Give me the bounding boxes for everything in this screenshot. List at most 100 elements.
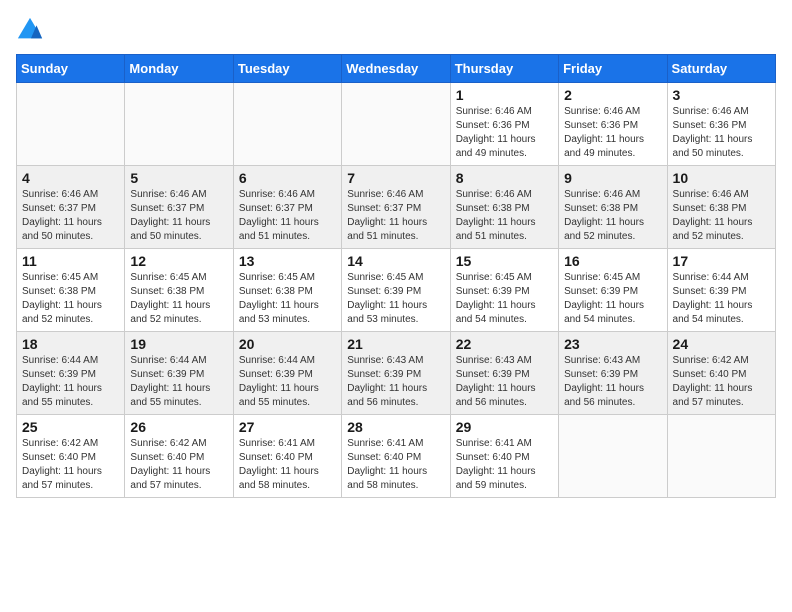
logo-icon [16, 16, 44, 44]
day-info: Sunrise: 6:46 AM Sunset: 6:36 PM Dayligh… [456, 105, 553, 161]
day-info: Sunrise: 6:42 AM Sunset: 6:40 PM Dayligh… [130, 437, 227, 493]
day-number: 9 [564, 170, 661, 186]
day-info: Sunrise: 6:45 AM Sunset: 6:39 PM Dayligh… [564, 271, 661, 327]
day-number: 16 [564, 253, 661, 269]
calendar-cell: 2 Sunrise: 6:46 AM Sunset: 6:36 PM Daylig… [559, 83, 667, 166]
calendar-cell [125, 83, 233, 166]
day-info: Sunrise: 6:45 AM Sunset: 6:39 PM Dayligh… [347, 271, 444, 327]
calendar-cell: 8 Sunrise: 6:46 AM Sunset: 6:38 PM Daylig… [450, 166, 558, 249]
weekday-header-sunday: Sunday [17, 55, 125, 83]
calendar-cell: 16 Sunrise: 6:45 AM Sunset: 6:39 PM Dayli… [559, 249, 667, 332]
weekday-header-saturday: Saturday [667, 55, 775, 83]
day-number: 14 [347, 253, 444, 269]
calendar-cell: 11Sunrise: 6:45 AM Sunset: 6:38 PM Dayli… [17, 249, 125, 332]
calendar-cell: 21 Sunrise: 6:43 AM Sunset: 6:39 PM Dayli… [342, 332, 450, 415]
calendar-table: SundayMondayTuesdayWednesdayThursdayFrid… [16, 54, 776, 498]
weekday-header-row: SundayMondayTuesdayWednesdayThursdayFrid… [17, 55, 776, 83]
calendar-cell: 1Sunrise: 6:46 AM Sunset: 6:36 PM Daylig… [450, 83, 558, 166]
day-info: Sunrise: 6:46 AM Sunset: 6:38 PM Dayligh… [456, 188, 553, 244]
day-info: Sunrise: 6:43 AM Sunset: 6:39 PM Dayligh… [564, 354, 661, 410]
day-number: 12 [130, 253, 227, 269]
day-info: Sunrise: 6:46 AM Sunset: 6:37 PM Dayligh… [347, 188, 444, 244]
day-info: Sunrise: 6:43 AM Sunset: 6:39 PM Dayligh… [456, 354, 553, 410]
day-number: 27 [239, 419, 336, 435]
calendar-cell [17, 83, 125, 166]
day-info: Sunrise: 6:42 AM Sunset: 6:40 PM Dayligh… [22, 437, 119, 493]
calendar-cell: 13 Sunrise: 6:45 AM Sunset: 6:38 PM Dayli… [233, 249, 341, 332]
day-info: Sunrise: 6:44 AM Sunset: 6:39 PM Dayligh… [673, 271, 770, 327]
day-number: 24 [673, 336, 770, 352]
day-number: 2 [564, 87, 661, 103]
calendar-cell: 3Sunrise: 6:46 AM Sunset: 6:36 PM Daylig… [667, 83, 775, 166]
page-header [16, 16, 776, 44]
day-number: 6 [239, 170, 336, 186]
day-number: 19 [130, 336, 227, 352]
calendar-cell: 5 Sunrise: 6:46 AM Sunset: 6:37 PM Daylig… [125, 166, 233, 249]
weekday-header-monday: Monday [125, 55, 233, 83]
day-info: Sunrise: 6:46 AM Sunset: 6:37 PM Dayligh… [22, 188, 119, 244]
day-info: Sunrise: 6:41 AM Sunset: 6:40 PM Dayligh… [239, 437, 336, 493]
day-number: 26 [130, 419, 227, 435]
day-info: Sunrise: 6:45 AM Sunset: 6:38 PM Dayligh… [239, 271, 336, 327]
calendar-cell: 6 Sunrise: 6:46 AM Sunset: 6:37 PM Daylig… [233, 166, 341, 249]
day-number: 8 [456, 170, 553, 186]
day-number: 7 [347, 170, 444, 186]
day-number: 13 [239, 253, 336, 269]
calendar-cell: 23 Sunrise: 6:43 AM Sunset: 6:39 PM Dayli… [559, 332, 667, 415]
calendar-cell: 20 Sunrise: 6:44 AM Sunset: 6:39 PM Dayli… [233, 332, 341, 415]
day-number: 29 [456, 419, 553, 435]
day-info: Sunrise: 6:46 AM Sunset: 6:37 PM Dayligh… [130, 188, 227, 244]
weekday-header-wednesday: Wednesday [342, 55, 450, 83]
day-number: 25 [22, 419, 119, 435]
calendar-cell: 26 Sunrise: 6:42 AM Sunset: 6:40 PM Dayli… [125, 415, 233, 498]
day-info: Sunrise: 6:43 AM Sunset: 6:39 PM Dayligh… [347, 354, 444, 410]
day-number: 20 [239, 336, 336, 352]
day-info: Sunrise: 6:44 AM Sunset: 6:39 PM Dayligh… [22, 354, 119, 410]
day-info: Sunrise: 6:46 AM Sunset: 6:38 PM Dayligh… [564, 188, 661, 244]
calendar-cell: 4 Sunrise: 6:46 AM Sunset: 6:37 PM Daylig… [17, 166, 125, 249]
day-info: Sunrise: 6:46 AM Sunset: 6:38 PM Dayligh… [673, 188, 770, 244]
day-info: Sunrise: 6:44 AM Sunset: 6:39 PM Dayligh… [239, 354, 336, 410]
day-number: 17 [673, 253, 770, 269]
calendar-cell: 29Sunrise: 6:41 AM Sunset: 6:40 PM Dayli… [450, 415, 558, 498]
calendar-cell: 27 Sunrise: 6:41 AM Sunset: 6:40 PM Dayli… [233, 415, 341, 498]
calendar-cell: 9 Sunrise: 6:46 AM Sunset: 6:38 PM Daylig… [559, 166, 667, 249]
calendar-cell: 24 Sunrise: 6:42 AM Sunset: 6:40 PM Dayli… [667, 332, 775, 415]
calendar-week-5: 25 Sunrise: 6:42 AM Sunset: 6:40 PM Dayli… [17, 415, 776, 498]
day-number: 4 [22, 170, 119, 186]
day-info: Sunrise: 6:46 AM Sunset: 6:37 PM Dayligh… [239, 188, 336, 244]
calendar-cell: 17 Sunrise: 6:44 AM Sunset: 6:39 PM Dayli… [667, 249, 775, 332]
day-info: Sunrise: 6:44 AM Sunset: 6:39 PM Dayligh… [130, 354, 227, 410]
day-number: 15 [456, 253, 553, 269]
calendar-cell: 19 Sunrise: 6:44 AM Sunset: 6:39 PM Dayli… [125, 332, 233, 415]
day-number: 10 [673, 170, 770, 186]
weekday-header-friday: Friday [559, 55, 667, 83]
day-number: 5 [130, 170, 227, 186]
calendar-cell: 15 Sunrise: 6:45 AM Sunset: 6:39 PM Dayli… [450, 249, 558, 332]
day-number: 18 [22, 336, 119, 352]
calendar-week-3: 11 Sunrise: 6:45 AM Sunset: 6:38 PM Dayli… [17, 249, 776, 332]
logo [16, 16, 48, 44]
calendar-cell: 25 Sunrise: 6:42 AM Sunset: 6:40 PM Dayli… [17, 415, 125, 498]
calendar-week-2: 4 Sunrise: 6:46 AM Sunset: 6:37 PM Daylig… [17, 166, 776, 249]
weekday-header-thursday: Thursday [450, 55, 558, 83]
day-info: Sunrise: 6:41 AM Sunset: 6:40 PM Dayligh… [347, 437, 444, 493]
day-number: 21 [347, 336, 444, 352]
day-number: 11 [22, 253, 119, 269]
calendar-cell [667, 415, 775, 498]
calendar-cell: 7 Sunrise: 6:46 AM Sunset: 6:37 PM Daylig… [342, 166, 450, 249]
day-number: 23 [564, 336, 661, 352]
calendar-cell: 14 Sunrise: 6:45 AM Sunset: 6:39 PM Dayli… [342, 249, 450, 332]
calendar-cell [342, 83, 450, 166]
day-number: 3 [673, 87, 770, 103]
calendar-week-1: 1Sunrise: 6:46 AM Sunset: 6:36 PM Daylig… [17, 83, 776, 166]
day-number: 28 [347, 419, 444, 435]
calendar-cell: 10 Sunrise: 6:46 AM Sunset: 6:38 PM Dayli… [667, 166, 775, 249]
calendar-cell: 12 Sunrise: 6:45 AM Sunset: 6:38 PM Dayli… [125, 249, 233, 332]
calendar-cell: 28 Sunrise: 6:41 AM Sunset: 6:40 PM Dayli… [342, 415, 450, 498]
day-info: Sunrise: 6:46 AM Sunset: 6:36 PM Dayligh… [564, 105, 661, 161]
day-info: Sunrise: 6:45 AM Sunset: 6:39 PM Dayligh… [456, 271, 553, 327]
weekday-header-tuesday: Tuesday [233, 55, 341, 83]
day-info: Sunrise: 6:45 AM Sunset: 6:38 PM Dayligh… [130, 271, 227, 327]
day-info: Sunrise: 6:42 AM Sunset: 6:40 PM Dayligh… [673, 354, 770, 410]
